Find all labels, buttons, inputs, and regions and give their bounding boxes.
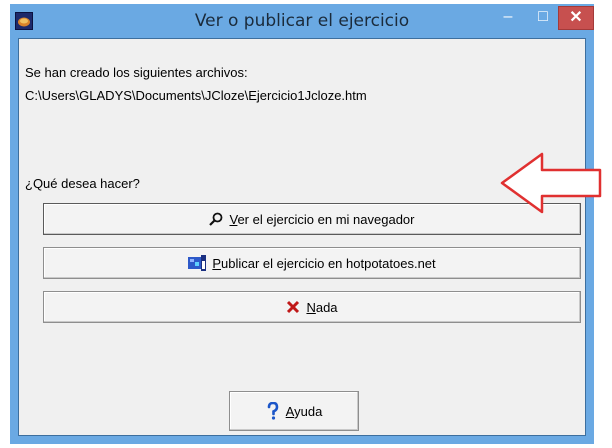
question-text: ¿Qué desea hacer? (25, 176, 140, 191)
minimize-button[interactable]: – (495, 6, 521, 30)
dialog-window: Ver o publicar el ejercicio – □ ✕ Se han… (10, 4, 594, 444)
publish-button[interactable]: Publicar el ejercicio en hotpotatoes.net (43, 247, 581, 279)
web-publish-icon (188, 255, 207, 271)
help-button[interactable]: Ayuda (229, 391, 359, 431)
message-text: Se han creado los siguientes archivos: (25, 65, 248, 80)
dialog-body: Se han creado los siguientes archivos: C… (18, 38, 586, 436)
help-label: Ayuda (285, 403, 323, 419)
publish-label: Publicar el ejercicio en hotpotatoes.net (212, 255, 436, 271)
close-button[interactable]: ✕ (558, 6, 594, 30)
annotation-arrow-icon (500, 152, 602, 214)
view-in-browser-label: Ver el ejercicio en mi navegador (229, 211, 415, 227)
nothing-label: Nada (306, 299, 338, 315)
title-bar[interactable]: Ver o publicar el ejercicio – □ ✕ (10, 4, 594, 38)
red-x-icon (287, 300, 300, 314)
question-mark-icon (267, 402, 278, 420)
nothing-button[interactable]: Nada (43, 291, 581, 323)
magnifier-icon (209, 212, 223, 226)
maximize-button[interactable]: □ (530, 6, 556, 30)
file-path-text: C:\Users\GLADYS\Documents\JCloze\Ejercic… (25, 88, 367, 103)
